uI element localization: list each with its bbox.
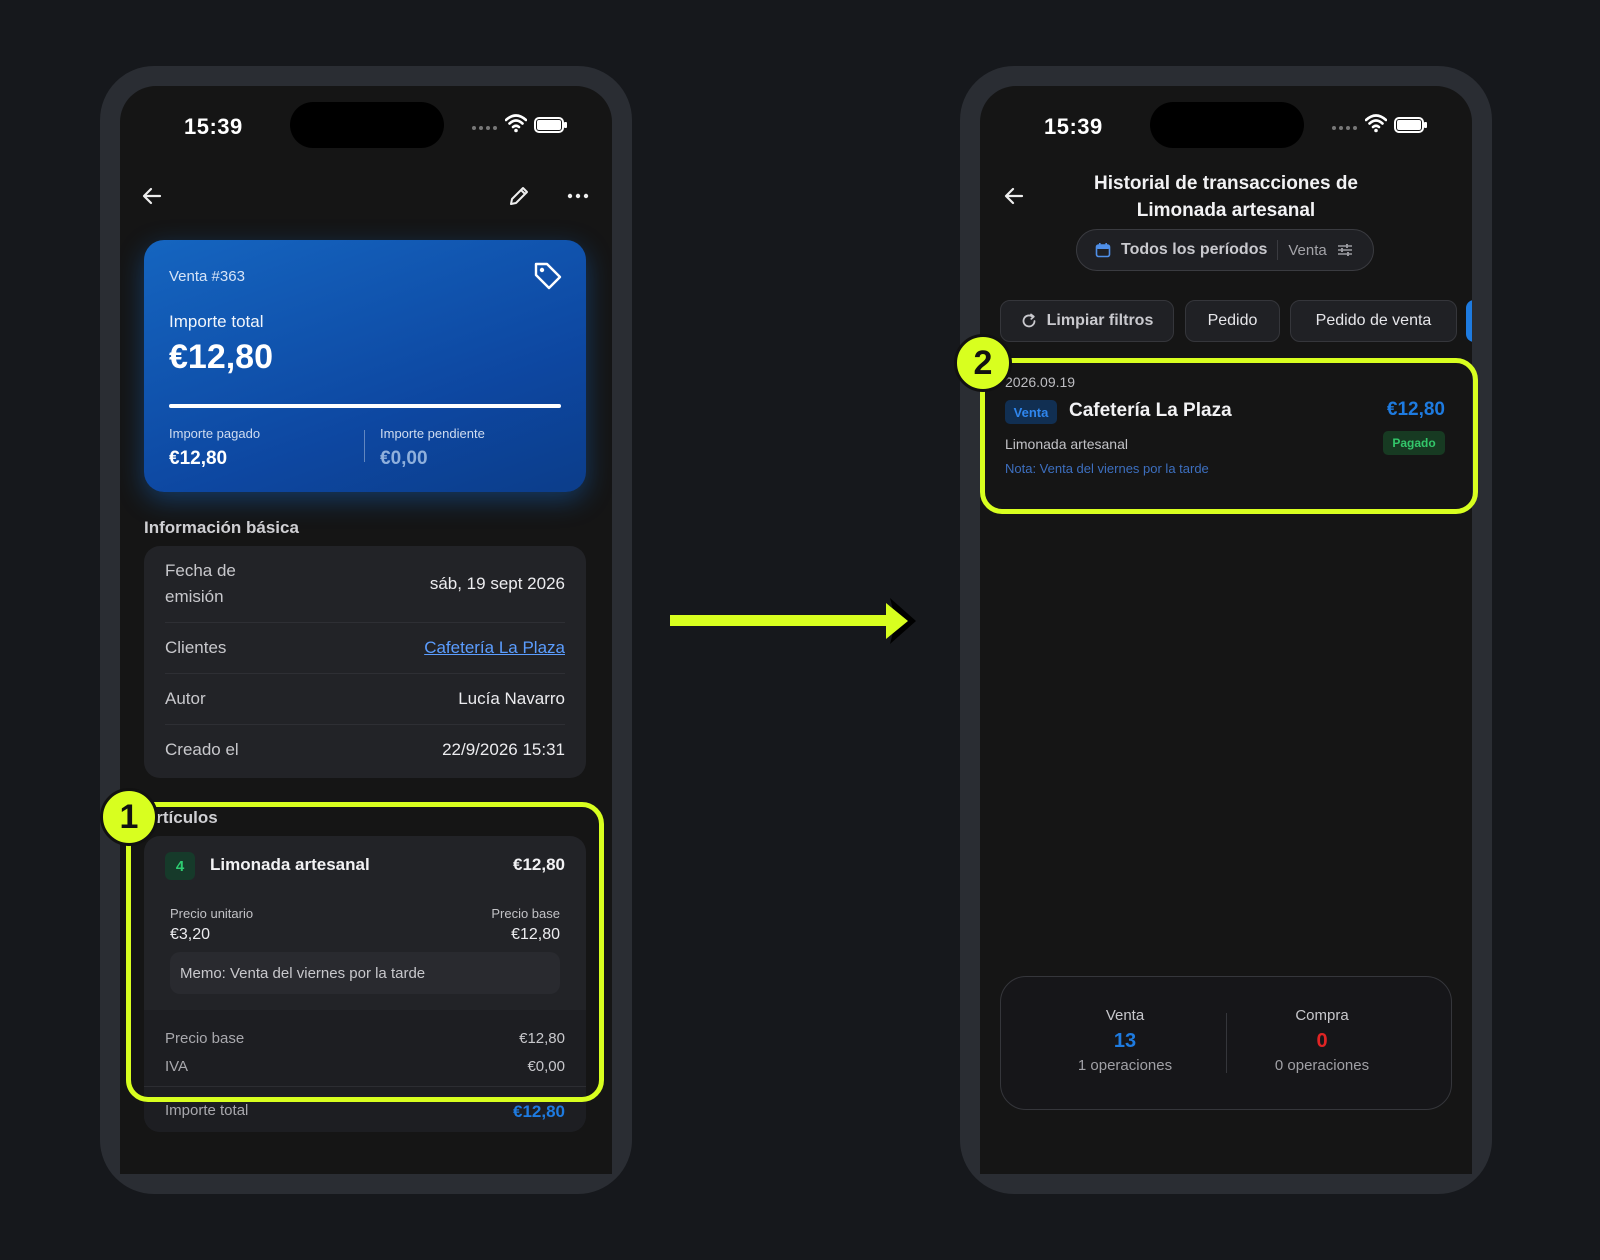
total-amount-label: Importe total (169, 312, 264, 331)
dynamic-island (290, 102, 444, 148)
clear-filters-chip[interactable]: Limpiar filtros (1000, 300, 1174, 342)
pending-amount-label: Importe pendiente (380, 426, 485, 441)
step-marker-1: 1 (100, 788, 158, 846)
info-value: 22/9/2026 15:31 (442, 740, 565, 759)
chip-sales-order[interactable]: Pedido de venta (1290, 300, 1457, 342)
row-divider (165, 673, 565, 674)
info-row-issue-date: Fecha de emisión sáb, 19 sept 2026 (144, 558, 586, 610)
info-key: Autor (165, 689, 206, 708)
calendar-icon (1095, 243, 1111, 258)
page-title: Historial de transacciones de Limonada a… (1094, 173, 1358, 221)
summary-total-value: €12,80 (513, 1102, 565, 1121)
card-divider (364, 430, 365, 462)
flow-arrow-icon (670, 598, 916, 644)
basic-info-title: Información básica (144, 518, 299, 537)
pill-divider (1277, 240, 1279, 260)
period-label: Todos los períodos (1121, 241, 1268, 258)
dynamic-island (1150, 102, 1304, 148)
step-marker-2: 2 (954, 334, 1012, 392)
info-row-author: Autor Lucía Navarro (144, 679, 586, 719)
info-key: Creado el (165, 740, 239, 759)
totals-summary-card: Venta 13 1 operaciones Compra 0 0 operac… (1000, 976, 1452, 1110)
sale-summary-count: 1 operaciones (1077, 1057, 1173, 1074)
battery-icon (1394, 117, 1427, 133)
tag-icon (534, 262, 562, 290)
back-icon (142, 187, 162, 205)
purchase-summary-value: 0 (1316, 1030, 1328, 1052)
info-value: sáb, 19 sept 2026 (429, 574, 565, 593)
purchase-summary-count: 0 operaciones (1274, 1057, 1370, 1074)
status-time: 15:39 (184, 114, 243, 139)
wifi-icon (505, 114, 527, 133)
purchase-summary: Compra 0 0 operaciones (1222, 1007, 1422, 1074)
info-key: Clientes (165, 638, 227, 657)
chip-active-partial[interactable] (1466, 300, 1472, 342)
sliders-icon (1337, 244, 1352, 256)
paid-amount-label: Importe pagado (169, 426, 261, 441)
basic-info-card: Fecha de emisión sáb, 19 sept 2026 Clien… (144, 546, 586, 778)
customer-link[interactable]: Cafetería La Plaza (424, 638, 565, 658)
info-row-customer: Clientes Cafetería La Plaza (144, 628, 586, 668)
battery-icon (534, 117, 567, 133)
chip-order[interactable]: Pedido (1185, 300, 1280, 342)
highlight-box-items (126, 802, 604, 1102)
sale-summary: Venta 13 1 operaciones (1025, 1007, 1225, 1074)
more-options-button[interactable] (558, 176, 598, 216)
period-filter-button[interactable]: Todos los períodos Venta (1076, 229, 1374, 271)
back-button[interactable] (994, 176, 1034, 216)
total-amount-value: €12,80 (169, 338, 273, 376)
row-divider (165, 622, 565, 623)
summary-total-label: Importe total (165, 1102, 249, 1119)
pending-amount-value: €0,00 (380, 448, 428, 469)
info-row-created-at: Creado el 22/9/2026 15:31 (144, 730, 586, 770)
sale-summary-value: 13 (1113, 1030, 1137, 1052)
summary-total-row: Importe total €12,80 (165, 1102, 565, 1122)
wifi-icon (1365, 114, 1387, 133)
info-value: Lucía Navarro (458, 689, 565, 708)
back-button[interactable] (132, 176, 172, 216)
transaction-history-screen: 15:39 Historial de transacciones de Limo… (980, 86, 1472, 1174)
sale-number: Venta #363 (169, 268, 245, 285)
chip-label: Limpiar filtros (1046, 312, 1154, 329)
sale-summary-card: Venta #363 Importe total €12,80 Importe … (144, 240, 586, 492)
sale-summary-label: Venta (1105, 1007, 1145, 1024)
info-key: Fecha de emisión (165, 561, 236, 606)
signal-icon (1332, 126, 1357, 130)
refresh-icon (1022, 313, 1036, 328)
type-filter-label: Venta (1288, 241, 1327, 259)
purchase-summary-label: Compra (1295, 1007, 1349, 1024)
back-icon (1004, 187, 1024, 205)
signal-icon (472, 126, 497, 130)
phone-frame-right: 15:39 Historial de transacciones de Limo… (960, 66, 1492, 1194)
highlight-box-transaction (980, 358, 1478, 514)
edit-button[interactable] (499, 176, 539, 216)
row-divider (165, 724, 565, 725)
paid-amount-value: €12,80 (169, 448, 228, 469)
more-icon (567, 193, 589, 199)
payment-progress-bar (169, 404, 561, 408)
pencil-icon (510, 187, 528, 205)
payment-progress-fill (169, 404, 561, 408)
status-time: 15:39 (1044, 114, 1103, 139)
